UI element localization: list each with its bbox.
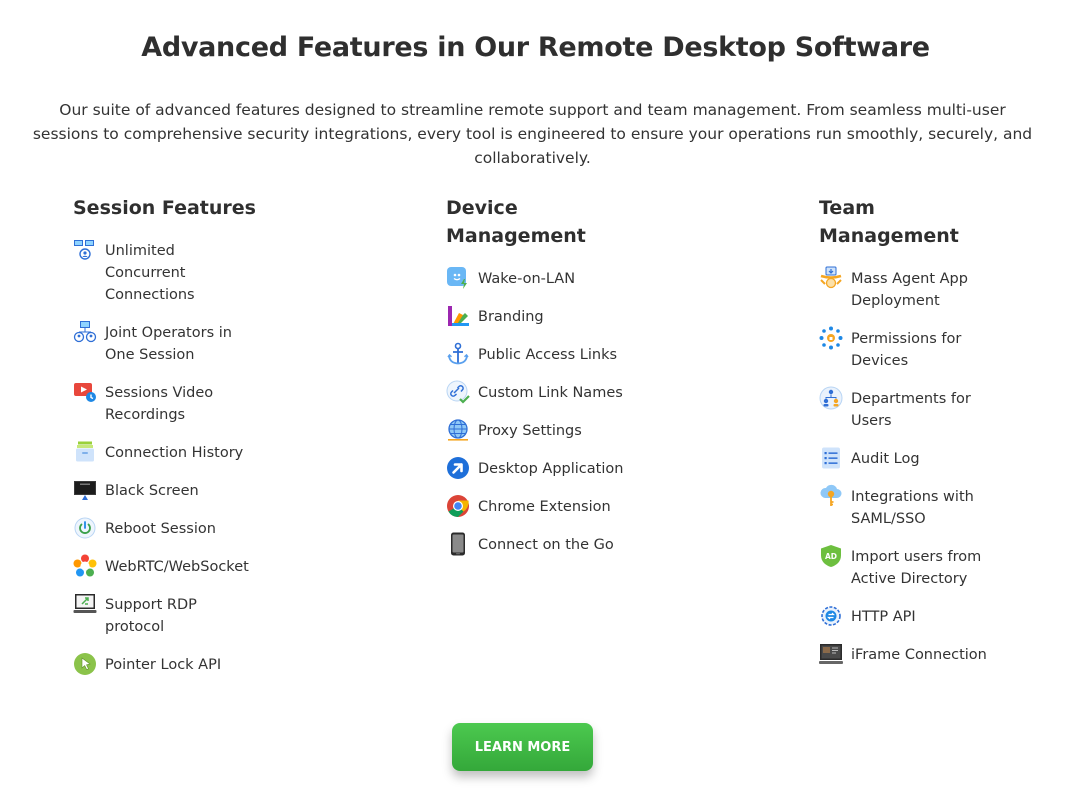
features-page: Advanced Features in Our Remote Desktop … [0,0,1071,802]
phone-icon [446,532,470,556]
list-item: Audit Log [819,446,1049,470]
feature-label: Departments for Users [851,391,971,429]
feature-label: Connection History [105,445,244,461]
feature-label: Custom Link Names [478,385,623,401]
link-check-icon [446,380,470,404]
list-item: Desktop Application [446,456,706,480]
page-subtitle: Our suite of advanced features designed … [32,100,1033,167]
list-item: Support RDP protocol [73,594,303,638]
list-item: Black Screen [73,480,303,502]
list-item: Public Access Links [446,342,706,366]
anchor-icon [446,342,470,366]
feature-label: Chrome Extension [478,499,611,515]
webrtc-icon [73,554,97,578]
device-management-column: Device Management Wake-on-LAN Branding P… [446,194,706,572]
column-heading: Team Management [819,197,959,247]
list-item: Branding [446,306,706,328]
list-item: Proxy Settings [446,418,706,442]
list-item: Permissions for Devices [819,326,1049,372]
pointer-lock-icon [73,652,97,676]
feature-label: Audit Log [851,451,920,467]
list-item: Connect on the Go [446,532,706,556]
list-item: HTTP API [819,606,1049,628]
feature-label: Public Access Links [478,347,618,363]
feature-label: Reboot Session [105,521,216,537]
globe-icon [446,418,470,442]
list-item: iFrame Connection [819,644,1049,666]
feature-label: Connect on the Go [478,537,614,553]
feature-label: iFrame Connection [851,647,987,663]
history-archive-icon [73,440,97,464]
feature-label: Desktop Application [478,461,624,477]
permissions-icon [819,326,843,350]
list-item: Custom Link Names [446,380,706,404]
team-management-column: Team Management Mass Agent App Deploymen… [819,194,1049,682]
feature-list: Unlimited Concurrent Connections Joint O… [73,240,303,676]
learn-more-button[interactable]: LEARN MORE [452,723,593,771]
list-item: Chrome Extension [446,494,706,518]
audit-log-icon [819,446,843,470]
saml-key-icon [819,484,843,508]
branding-icon [446,304,470,328]
feature-list: Mass Agent App Deployment Permissions fo… [819,266,1049,666]
list-item: Pointer Lock API [73,652,303,676]
list-item: Sessions Video Recordings [73,382,303,426]
svg-text:AD: AD [825,552,837,561]
list-item: Departments for Users [819,386,1049,432]
list-item: WebRTC/WebSocket [73,554,303,578]
feature-list: Wake-on-LAN Branding Public Access Links… [446,266,706,556]
session-features-column: Session Features Unlimited Concurrent Co… [73,194,303,692]
departments-icon [819,386,843,410]
active-directory-icon: AD [819,544,843,568]
list-item: Integrations with SAML/SSO [819,484,1049,530]
feature-label: Proxy Settings [478,423,582,439]
chrome-icon [446,494,470,518]
list-item: AD Import users from Active Directory [819,544,1049,590]
wake-on-lan-icon [446,266,470,290]
list-item: Reboot Session [73,516,303,540]
feature-label: Black Screen [105,483,199,499]
video-recording-icon [73,380,97,404]
shared-session-icon [73,320,97,344]
list-item: Unlimited Concurrent Connections [73,240,303,306]
feature-label: Permissions for Devices [851,331,962,369]
list-item: Wake-on-LAN [446,266,706,290]
desktop-app-arrow-icon [446,456,470,480]
column-heading: Device Management [446,197,586,247]
feature-label: Sessions Video Recordings [105,385,214,423]
page-title: Advanced Features in Our Remote Desktop … [141,32,930,64]
iframe-icon [819,642,843,666]
list-item: Joint Operators in One Session [73,320,303,366]
feature-label: Unlimited Concurrent Connections [105,243,195,303]
power-icon [73,516,97,540]
list-item: Mass Agent App Deployment [819,266,1049,312]
feature-label: HTTP API [851,609,916,625]
feature-label: Joint Operators in One Session [105,325,232,363]
list-item: Connection History [73,440,303,464]
feature-label: Pointer Lock API [105,657,222,673]
mass-deployment-icon [819,266,843,290]
multi-monitor-users-icon [73,238,97,262]
feature-label: Wake-on-LAN [478,271,576,287]
column-heading: Session Features [73,197,256,219]
feature-label: Branding [478,309,544,325]
feature-label: WebRTC/WebSocket [105,559,249,575]
http-api-icon [819,604,843,628]
rdp-icon [73,592,97,616]
feature-label: Support RDP protocol [105,597,197,635]
feature-label: Integrations with SAML/SSO [851,489,974,527]
black-screen-icon [73,478,97,502]
feature-label: Import users from Active Directory [851,549,982,587]
feature-label: Mass Agent App Deployment [851,271,968,309]
